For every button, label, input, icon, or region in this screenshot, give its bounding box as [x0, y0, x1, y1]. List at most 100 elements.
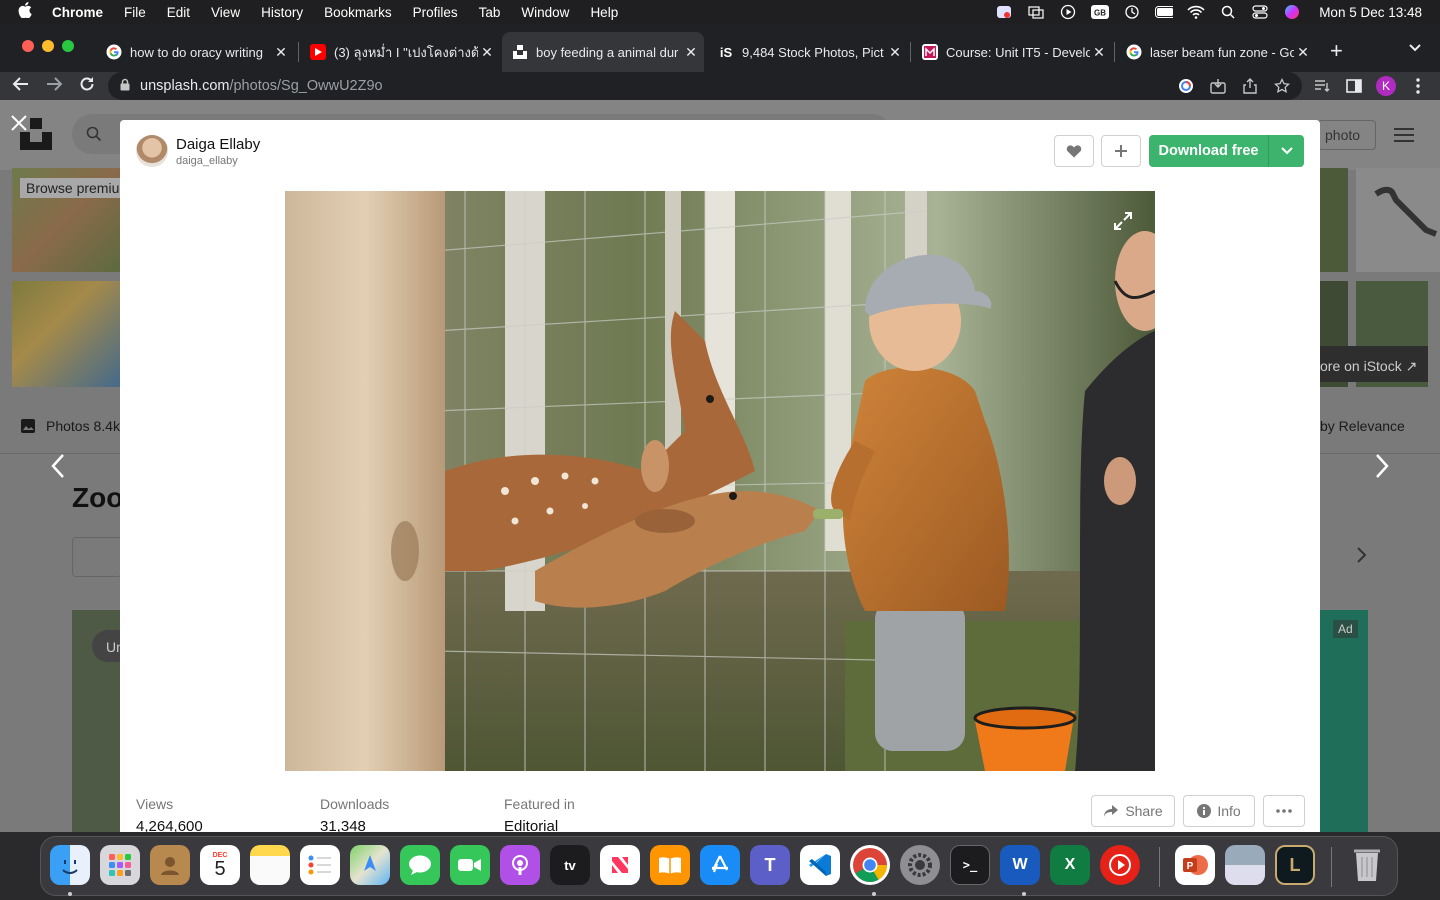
bg-hamburger-icon[interactable]: [1394, 128, 1414, 147]
menu-profiles[interactable]: Profiles: [413, 5, 458, 20]
menu-edit[interactable]: Edit: [167, 5, 190, 20]
author-avatar[interactable]: [136, 135, 168, 167]
menubar-clock[interactable]: Mon 5 Dec 13:48: [1319, 5, 1422, 20]
close-tab-icon[interactable]: ✕: [886, 44, 904, 61]
bg-premium-thumb[interactable]: [12, 281, 120, 387]
maximize-window-button[interactable]: [62, 40, 74, 52]
launchpad-icon[interactable]: [100, 845, 140, 885]
control-center-icon[interactable]: [1251, 5, 1269, 19]
minimize-window-button[interactable]: [42, 40, 54, 52]
apple-menu-icon[interactable]: [18, 2, 38, 22]
lock-icon[interactable]: [120, 78, 130, 94]
main-photo[interactable]: [285, 191, 1155, 771]
stat-featured-value[interactable]: Editorial: [504, 818, 575, 832]
tab-youtube[interactable]: (3) ลุงหม่ำ I "เปงโคงต่างด้า ✕: [300, 34, 500, 70]
bg-submit-photo[interactable]: photo: [1318, 120, 1376, 150]
install-app-icon[interactable]: [1210, 78, 1226, 94]
previous-photo-chevron-icon[interactable]: [50, 452, 66, 488]
apple-tv-icon[interactable]: tv: [550, 845, 590, 885]
info-button[interactable]: Info: [1183, 795, 1255, 827]
google-lens-icon[interactable]: [1178, 78, 1194, 94]
close-window-button[interactable]: [22, 40, 34, 52]
more-actions-button[interactable]: [1263, 795, 1305, 827]
powerpoint-icon[interactable]: P: [1175, 845, 1215, 885]
menu-file[interactable]: File: [124, 5, 146, 20]
tab-oracy-writing[interactable]: how to do oracy writing ✕: [96, 34, 294, 70]
notes-icon[interactable]: [250, 845, 290, 885]
new-tab-icon[interactable]: +: [1330, 38, 1343, 64]
app-store-icon[interactable]: [700, 845, 740, 885]
menu-view[interactable]: View: [211, 5, 240, 20]
menu-tab[interactable]: Tab: [479, 5, 501, 20]
menu-history[interactable]: History: [261, 5, 303, 20]
tab-laser-beam[interactable]: laser beam fun zone - Go ✕: [1116, 34, 1316, 70]
screen-mirror-icon[interactable]: [1027, 5, 1045, 19]
close-modal-icon[interactable]: [10, 112, 28, 138]
tab-unsplash-active[interactable]: boy feeding a animal dur ✕: [502, 32, 704, 72]
maps-icon[interactable]: [350, 845, 390, 885]
back-arrow-icon[interactable]: [12, 75, 30, 98]
wifi-icon[interactable]: [1187, 5, 1205, 19]
finder-icon[interactable]: [50, 845, 90, 885]
word-icon[interactable]: W: [1000, 845, 1040, 885]
profile-avatar[interactable]: K: [1376, 76, 1396, 96]
close-tab-icon[interactable]: ✕: [478, 44, 496, 61]
download-free-button[interactable]: Download free: [1149, 135, 1269, 167]
address-bar[interactable]: unsplash.com/photos/Sg_OwwU2Z9o: [108, 72, 1302, 100]
bookmark-star-icon[interactable]: [1274, 78, 1290, 94]
battery-icon[interactable]: [1155, 5, 1174, 19]
bg-more-istock[interactable]: ore on iStock ↗: [1320, 346, 1428, 382]
reminders-icon[interactable]: [300, 845, 340, 885]
podcasts-icon[interactable]: [500, 845, 540, 885]
menu-app-chrome[interactable]: Chrome: [52, 5, 103, 20]
expand-fullscreen-icon[interactable]: [1113, 211, 1133, 236]
contacts-icon[interactable]: [150, 845, 190, 885]
messages-icon[interactable]: [400, 845, 440, 885]
forward-arrow-icon[interactable]: [45, 75, 63, 98]
reload-icon[interactable]: [78, 75, 96, 98]
bg-right-thumb[interactable]: [1320, 168, 1348, 272]
tab-search-chevron-icon[interactable]: [1408, 40, 1422, 58]
tab-istock[interactable]: iS 9,484 Stock Photos, Pict ✕: [708, 34, 908, 70]
tab-course-unit[interactable]: Course: Unit IT5 - Develo ✕: [912, 34, 1112, 70]
time-machine-icon[interactable]: [1123, 5, 1141, 19]
author-handle[interactable]: daiga_ellaby: [176, 155, 260, 167]
author-block[interactable]: Daiga Ellaby daiga_ellaby: [136, 135, 260, 167]
youtube-player-icon[interactable]: [1100, 845, 1140, 885]
excel-icon[interactable]: X: [1050, 845, 1090, 885]
facetime-icon[interactable]: [450, 845, 490, 885]
preview-icon[interactable]: [1225, 845, 1265, 885]
share-button[interactable]: Share: [1091, 795, 1175, 827]
system-settings-icon[interactable]: [900, 845, 940, 885]
next-photo-chevron-icon[interactable]: [1374, 452, 1390, 488]
creative-cloud-icon[interactable]: [995, 5, 1013, 19]
books-icon[interactable]: [650, 845, 690, 885]
bg-filter-box[interactable]: [72, 537, 122, 577]
bg-chevron-right-icon[interactable]: [1356, 546, 1368, 569]
bg-browse-premium[interactable]: Browse premiu: [20, 178, 126, 198]
like-button[interactable]: [1054, 135, 1094, 167]
side-panel-icon[interactable]: [1346, 78, 1362, 94]
news-icon[interactable]: [600, 845, 640, 885]
close-tab-icon[interactable]: ✕: [1090, 44, 1108, 61]
menu-window[interactable]: Window: [521, 5, 569, 20]
bg-photos-tab[interactable]: Photos 8.4k: [20, 418, 120, 434]
play-icon[interactable]: [1059, 4, 1077, 20]
menu-bookmarks[interactable]: Bookmarks: [324, 5, 392, 20]
terminal-icon[interactable]: >_: [950, 845, 990, 885]
menu-help[interactable]: Help: [590, 5, 618, 20]
reading-list-icon[interactable]: [1314, 78, 1330, 94]
close-tab-icon[interactable]: ✕: [682, 44, 700, 61]
add-to-collection-button[interactable]: [1101, 135, 1141, 167]
teams-icon[interactable]: T: [750, 845, 790, 885]
trash-icon[interactable]: [1347, 845, 1387, 885]
bg-ad-photo[interactable]: [1320, 610, 1368, 832]
download-options-chevron-icon[interactable]: [1269, 135, 1304, 167]
close-tab-icon[interactable]: ✕: [1294, 44, 1312, 61]
spotlight-search-icon[interactable]: [1219, 5, 1237, 19]
league-of-legends-icon[interactable]: L: [1275, 845, 1315, 885]
chrome-icon[interactable]: [850, 845, 890, 885]
bg-relevance-dropdown[interactable]: by Relevance: [1320, 418, 1405, 434]
vscode-icon[interactable]: [800, 845, 840, 885]
keyboard-gb-icon[interactable]: GB: [1091, 5, 1110, 19]
